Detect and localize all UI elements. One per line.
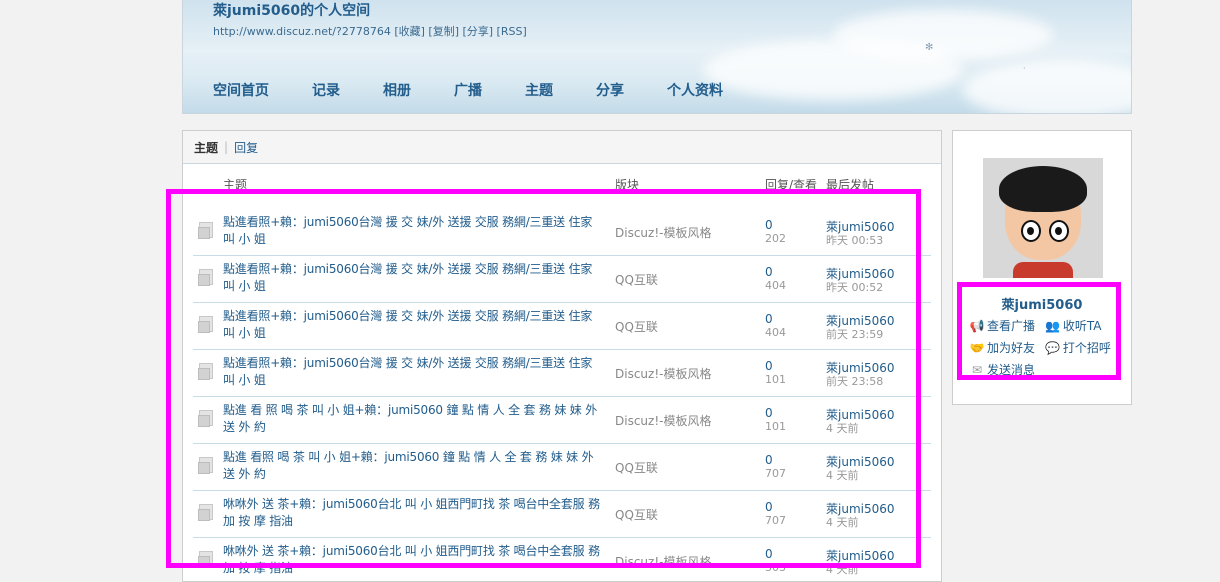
thread-icon [198,316,213,333]
add-friend-label: 加为好友 [987,341,1036,355]
thread-replies[interactable]: 0 [765,265,773,279]
thread-icon [198,457,213,474]
thread-forum-link[interactable]: QQ互联 [615,318,658,335]
thread-icon [198,410,213,427]
table-row: 咻咻外 送 茶+賴：jumi5060台北 叫 小 姐西門町找 茶 喝台中全套服 … [193,491,931,538]
greet-icon: 💬 [1045,341,1061,355]
col-subject: 主题 [223,178,248,192]
view-broadcast-label: 查看广播 [987,319,1036,333]
col-stats: 回复/查看 [765,178,818,192]
thread-icon [198,551,213,568]
thread-last-time: 前天 23:58 [826,375,884,388]
thread-replies[interactable]: 0 [765,500,773,514]
nav-home[interactable]: 空间首页 [213,80,269,100]
thread-forum-link[interactable]: Discuz!-模板风格 [615,412,711,429]
thread-forum-link[interactable]: Discuz!-模板风格 [615,553,711,570]
thread-replies[interactable]: 0 [765,453,773,467]
table-row: 點進看照+賴：jumi5060台灣 援 交 妹/外 送援 交服 務網/三重送 住… [193,209,931,256]
table-row: 點進 看 照 喝 茶 叫 小 姐+賴：jumi5060 鐘 點 情 人 全 套 … [193,397,931,444]
dandelion-decoration: ✻ [925,42,934,53]
thread-replies[interactable]: 0 [765,312,773,326]
table-row: 點進看照+賴：jumi5060台灣 援 交 妹/外 送援 交服 務網/三重送 住… [193,256,931,303]
thread-replies[interactable]: 0 [765,406,773,420]
thread-last-time: 前天 23:59 [826,328,884,341]
thread-last-time: 4 天前 [826,516,859,529]
space-nav: 空间首页 记录 相册 广播 主题 分享 个人资料 [213,80,766,100]
space-title[interactable]: 萊jumi5060的个人空间 [213,0,370,20]
profile-actions: 📢 查看广播 👥 收听TA 🤝 加为好友 💬 打个招呼 ✉ 发送消息 [969,317,1129,383]
thread-views: 303 [765,561,786,574]
tab-bar: 主题 | 回复 [183,131,941,164]
profile-name[interactable]: 萊jumi5060 [953,294,1131,313]
thread-last-time: 4 天前 [826,422,859,435]
table-row: 點進看照+賴：jumi5060台灣 援 交 妹/外 送援 交服 務網/三重送 住… [193,350,931,397]
greet-label: 打个招呼 [1062,341,1111,355]
thread-replies[interactable]: 0 [765,218,773,232]
nav-album[interactable]: 相册 [383,80,411,100]
send-message-link[interactable]: ✉ 发送消息 [969,361,1041,383]
thread-views: 101 [765,373,786,386]
thread-list-panel: 主题 | 回复 主题 版块 回复/查看 最后发帖 點進看照+賴：jumi5060… [182,130,942,582]
thread-views: 707 [765,467,786,480]
thread-forum-link[interactable]: QQ互联 [615,506,658,523]
follow-label: 收听TA [1062,319,1102,333]
thread-subject-link[interactable]: 點進看照+賴：jumi5060台灣 援 交 妹/外 送援 交服 務網/三重送 住… [223,355,601,389]
thread-subject-link[interactable]: 點進看照+賴：jumi5060台灣 援 交 妹/外 送援 交服 務網/三重送 住… [223,214,601,248]
space-header-banner: ✻ · 萊jumi5060的个人空间 http://www.discuz.net… [182,0,1132,114]
nav-profile[interactable]: 个人资料 [667,80,723,100]
thread-views: 404 [765,326,786,339]
tab-separator: | [224,140,229,154]
thread-views: 101 [765,420,786,433]
thread-replies[interactable]: 0 [765,547,773,561]
table-row: 咻咻外 送 茶+賴：jumi5060台北 叫 小 姐西門町找 茶 喝台中全套服 … [193,538,931,581]
nav-share[interactable]: 分享 [596,80,624,100]
tab-threads[interactable]: 主题 [194,139,218,156]
thread-rows: 點進看照+賴：jumi5060台灣 援 交 妹/外 送援 交服 務網/三重送 住… [183,209,941,581]
col-forum: 版块 [615,178,640,192]
envelope-icon: ✉ [971,363,983,377]
thread-views: 707 [765,514,786,527]
thread-forum-link[interactable]: Discuz!-模板风格 [615,365,711,382]
thread-subject-link[interactable]: 點進看照+賴：jumi5060台灣 援 交 妹/外 送援 交服 務網/三重送 住… [223,261,601,295]
avatar[interactable] [983,158,1103,278]
handshake-icon: 🤝 [969,341,985,355]
nav-threads[interactable]: 主题 [525,80,553,100]
add-friend-link[interactable]: 🤝 加为好友 [969,339,1041,361]
profile-sidebar: 萊jumi5060 📢 查看广播 👥 收听TA 🤝 加为好友 💬 打个招呼 ✉ 发送消息 [952,130,1132,405]
nav-broadcast[interactable]: 广播 [454,80,482,100]
send-message-label: 发送消息 [987,363,1036,377]
thread-subject-link[interactable]: 點進 看照 喝 茶 叫 小 姐+賴：jumi5060 鐘 點 情 人 全 套 務… [223,449,601,483]
thread-icon [198,504,213,521]
thread-last-time: 昨天 00:52 [826,281,884,294]
thread-last-time: 4 天前 [826,469,859,482]
thread-last-time: 昨天 00:53 [826,234,884,247]
follow-icon: 👥 [1045,319,1061,333]
thread-forum-link[interactable]: Discuz!-模板风格 [615,224,711,241]
thread-replies[interactable]: 0 [765,359,773,373]
thread-subject-link[interactable]: 點進看照+賴：jumi5060台灣 援 交 妹/外 送援 交服 務網/三重送 住… [223,308,601,342]
col-last-post: 最后发帖 [826,178,875,192]
thread-views: 404 [765,279,786,292]
thread-subject-link[interactable]: 點進 看 照 喝 茶 叫 小 姐+賴：jumi5060 鐘 點 情 人 全 套 … [223,402,601,436]
megaphone-icon: 📢 [969,319,985,333]
view-broadcast-link[interactable]: 📢 查看广播 [969,317,1041,339]
thread-forum-link[interactable]: QQ互联 [615,459,658,476]
follow-link[interactable]: 👥 收听TA [1045,317,1117,339]
tab-replies[interactable]: 回复 [234,139,258,156]
nav-records[interactable]: 记录 [312,80,340,100]
space-url-line[interactable]: http://www.discuz.net/?2778764 [收藏] [复制]… [213,23,527,39]
thread-last-time: 4 天前 [826,563,859,576]
thread-icon [198,222,213,239]
column-header: 主题 版块 回复/查看 最后发帖 [183,164,941,192]
table-row: 點進 看照 喝 茶 叫 小 姐+賴：jumi5060 鐘 點 情 人 全 套 務… [193,444,931,491]
thread-forum-link[interactable]: QQ互联 [615,271,658,288]
table-row: 點進看照+賴：jumi5060台灣 援 交 妹/外 送援 交服 務網/三重送 住… [193,303,931,350]
thread-icon [198,363,213,380]
thread-views: 202 [765,232,786,245]
thread-icon [198,269,213,286]
greet-link[interactable]: 💬 打个招呼 [1045,339,1117,361]
thread-subject-link[interactable]: 咻咻外 送 茶+賴：jumi5060台北 叫 小 姐西門町找 茶 喝台中全套服 … [223,496,601,530]
